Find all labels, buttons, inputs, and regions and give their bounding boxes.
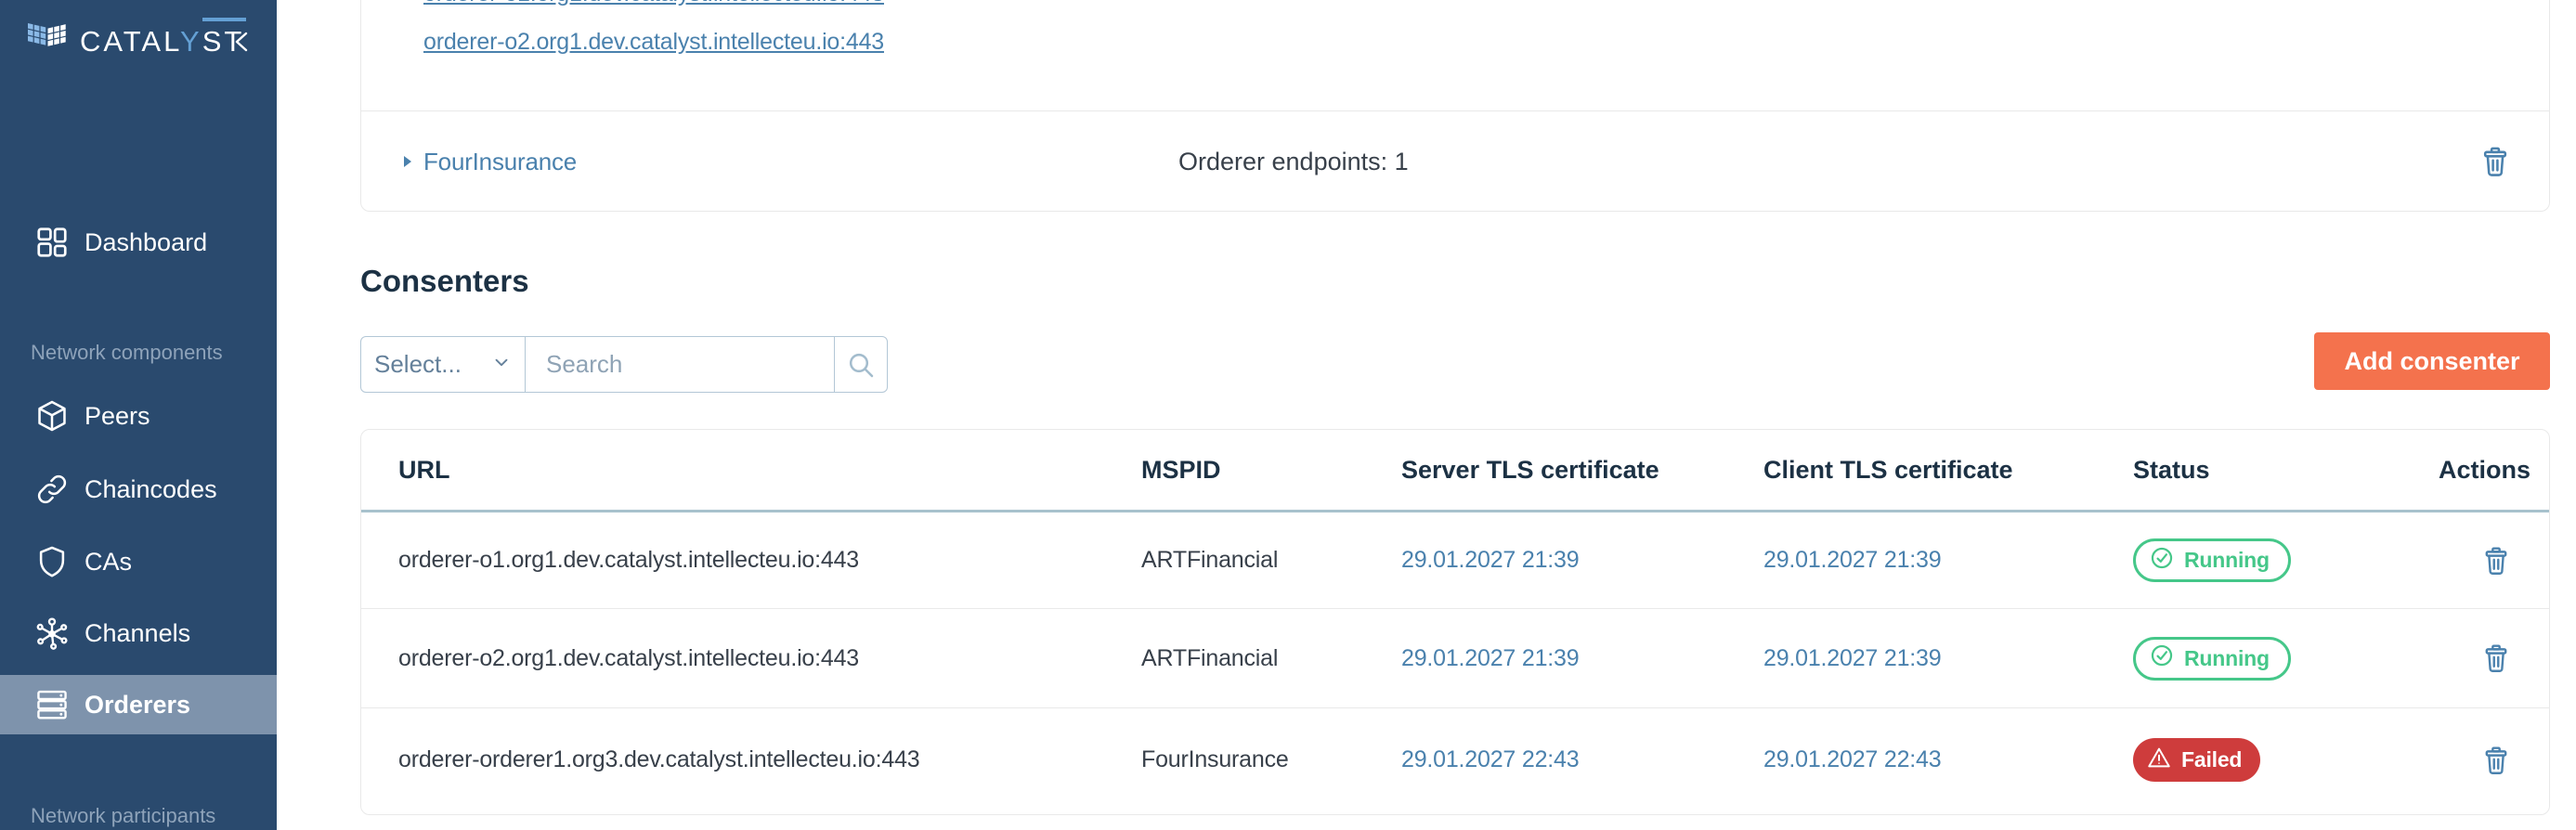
col-header-actions: Actions bbox=[2402, 456, 2549, 485]
delete-consenter-button[interactable] bbox=[2480, 642, 2512, 675]
cell-mspid: FourInsurance bbox=[1104, 746, 1364, 773]
sidebar-item-label: Dashboard bbox=[85, 228, 207, 257]
brand-logo: CATALYST bbox=[26, 19, 244, 65]
sidebar-item-dashboard[interactable]: Dashboard bbox=[0, 213, 277, 272]
sidebar-item-label: Peers bbox=[85, 402, 150, 431]
cell-actions bbox=[2402, 544, 2549, 577]
cell-status: Running bbox=[2096, 538, 2402, 582]
server-stack-icon bbox=[34, 687, 70, 722]
page-title: Consenters bbox=[360, 264, 529, 299]
cube-icon bbox=[34, 398, 70, 434]
status-badge-running: Running bbox=[2133, 538, 2291, 582]
orderer-endpoint-link[interactable]: orderer-o2.org1.dev.catalyst.intellecteu… bbox=[423, 29, 884, 56]
sidebar-item-label: Orderers bbox=[85, 691, 190, 720]
col-header-server-tls: Server TLS certificate bbox=[1364, 456, 1726, 485]
cell-mspid: ARTFinancial bbox=[1104, 547, 1364, 574]
cell-url: orderer-o1.org1.dev.catalyst.intellecteu… bbox=[361, 547, 1104, 574]
shield-icon bbox=[34, 544, 70, 579]
check-circle-icon bbox=[2149, 545, 2175, 577]
cell-url: orderer-o2.org1.dev.catalyst.intellecteu… bbox=[361, 645, 1104, 672]
col-header-client-tls: Client TLS certificate bbox=[1726, 456, 2096, 485]
status-badge-label: Failed bbox=[2181, 747, 2242, 772]
status-badge-running: Running bbox=[2133, 637, 2291, 681]
sidebar-item-peers[interactable]: Peers bbox=[0, 386, 277, 446]
org-name-link: FourInsurance bbox=[423, 148, 577, 176]
org-group-row: FourInsurance Orderer endpoints: 1 bbox=[361, 111, 2549, 212]
cell-status: Running bbox=[2096, 637, 2402, 681]
consenters-table: URL MSPID Server TLS certificate Client … bbox=[360, 429, 2550, 815]
cell-status: Failed bbox=[2096, 738, 2402, 782]
collapse-sidebar-icon[interactable] bbox=[227, 26, 258, 58]
cell-server-tls-cert-link[interactable]: 29.01.2027 21:39 bbox=[1364, 547, 1726, 574]
sidebar-section-network-components: Network components bbox=[31, 341, 223, 365]
table-row: orderer-o2.org1.dev.catalyst.intellecteu… bbox=[361, 608, 2549, 707]
status-badge-failed: Failed bbox=[2133, 738, 2260, 782]
consenters-filter-bar: Select... bbox=[360, 336, 888, 393]
sidebar-item-label: Channels bbox=[85, 619, 190, 648]
main-content: orderer-o1.org1.dev.catalyst.intellecteu… bbox=[277, 0, 2576, 830]
col-header-status: Status bbox=[2096, 456, 2402, 485]
cell-actions bbox=[2402, 744, 2549, 777]
cell-client-tls-cert-link[interactable]: 29.01.2027 21:39 bbox=[1726, 547, 2096, 574]
orderer-endpoints-count: Orderer endpoints: 1 bbox=[1178, 111, 1409, 212]
status-badge-label: Running bbox=[2184, 646, 2270, 671]
cell-mspid: ARTFinancial bbox=[1104, 645, 1364, 672]
caret-right-icon bbox=[403, 155, 412, 168]
filter-select[interactable]: Select... bbox=[361, 337, 526, 392]
status-badge-label: Running bbox=[2184, 548, 2270, 573]
brand-text: CATALYST bbox=[80, 25, 244, 58]
delete-consenter-button[interactable] bbox=[2480, 544, 2512, 577]
cell-client-tls-cert-link[interactable]: 29.01.2027 22:43 bbox=[1726, 746, 2096, 773]
network-icon bbox=[34, 616, 70, 651]
search-field-wrap bbox=[526, 337, 834, 392]
table-row: orderer-orderer1.org3.dev.catalyst.intel… bbox=[361, 707, 2549, 811]
dashboard-icon bbox=[34, 225, 70, 260]
table-header-row: URL MSPID Server TLS certificate Client … bbox=[361, 430, 2549, 512]
sidebar: CATALYST Dashboard Network components bbox=[0, 0, 277, 830]
delete-org-button[interactable] bbox=[2478, 111, 2512, 212]
orderer-group-card: orderer-o1.org1.dev.catalyst.intellecteu… bbox=[360, 0, 2550, 212]
search-icon-button[interactable] bbox=[834, 337, 887, 392]
sidebar-item-chaincodes[interactable]: Chaincodes bbox=[0, 460, 277, 519]
delete-consenter-button[interactable] bbox=[2480, 744, 2512, 777]
col-header-mspid: MSPID bbox=[1104, 456, 1364, 485]
warning-triangle-icon bbox=[2146, 745, 2172, 776]
add-consenter-button[interactable]: Add consenter bbox=[2314, 332, 2550, 390]
search-input[interactable] bbox=[526, 337, 834, 392]
table-row: orderer-o1.org1.dev.catalyst.intellecteu… bbox=[361, 512, 2549, 608]
cell-url: orderer-orderer1.org3.dev.catalyst.intel… bbox=[361, 746, 1104, 773]
chain-link-icon bbox=[34, 472, 70, 507]
cell-actions bbox=[2402, 642, 2549, 675]
cell-client-tls-cert-link[interactable]: 29.01.2027 21:39 bbox=[1726, 645, 2096, 672]
sidebar-item-orderers[interactable]: Orderers bbox=[0, 675, 277, 734]
col-header-url: URL bbox=[361, 456, 1104, 485]
cell-server-tls-cert-link[interactable]: 29.01.2027 21:39 bbox=[1364, 645, 1726, 672]
filter-select-value: Select... bbox=[374, 350, 462, 379]
app-window: CATALYST Dashboard Network components bbox=[0, 0, 2576, 830]
sidebar-item-cas[interactable]: CAs bbox=[0, 532, 277, 591]
sidebar-item-label: Chaincodes bbox=[85, 475, 217, 504]
sidebar-item-channels[interactable]: Channels bbox=[0, 603, 277, 663]
check-circle-icon bbox=[2149, 642, 2175, 674]
chevron-down-icon bbox=[491, 350, 512, 379]
sidebar-section-network-participants: Network participants bbox=[31, 804, 215, 828]
cell-server-tls-cert-link[interactable]: 29.01.2027 22:43 bbox=[1364, 746, 1726, 773]
sidebar-item-label: CAs bbox=[85, 548, 132, 577]
orderer-endpoint-link[interactable]: orderer-o1.org1.dev.catalyst.intellecteu… bbox=[423, 0, 884, 7]
org-expand-toggle[interactable]: FourInsurance bbox=[403, 111, 577, 212]
catalyst-cube-icon bbox=[26, 17, 69, 68]
